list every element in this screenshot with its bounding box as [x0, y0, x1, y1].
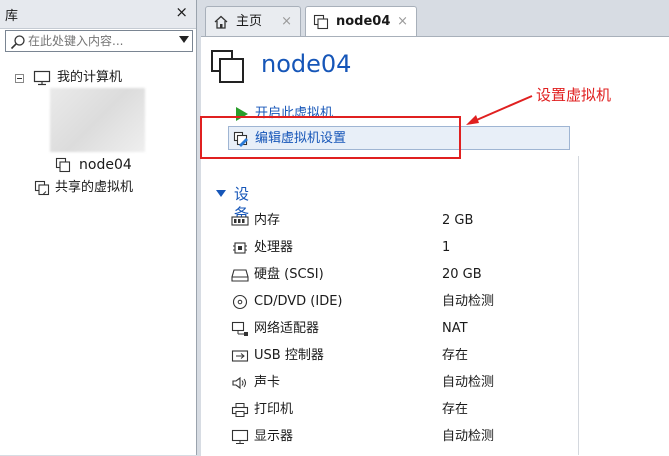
tab-home-close-button[interactable]: ×	[281, 7, 292, 37]
tab-node04-label: node04	[336, 14, 391, 29]
device-row-hard-disk[interactable]: 硬盘 (SCSI) 20 GB	[231, 262, 661, 288]
annotation-label: 设置虚拟机	[536, 86, 612, 104]
edit-settings-icon	[233, 131, 248, 147]
device-row-cd-dvd[interactable]: CD/DVD (IDE) 自动检测	[231, 289, 661, 315]
device-name: 硬盘 (SCSI)	[254, 267, 324, 282]
device-row-sound[interactable]: 声卡 自动检测	[231, 370, 661, 396]
vm-tab-icon	[313, 14, 329, 30]
tree-label-node04: node04	[79, 157, 132, 173]
shared-vm-icon	[34, 180, 50, 196]
search-dropdown-icon[interactable]	[179, 36, 189, 43]
device-value: NAT	[442, 321, 468, 336]
device-name: USB 控制器	[254, 348, 324, 363]
device-value: 2 GB	[442, 213, 474, 228]
device-name: CD/DVD (IDE)	[254, 294, 343, 309]
memory-icon	[231, 216, 249, 226]
sound-card-icon	[232, 376, 246, 390]
usb-icon	[231, 350, 249, 362]
device-row-network[interactable]: 网络适配器 NAT	[231, 316, 661, 342]
vm-large-icon	[211, 50, 244, 83]
library-header: 库 ×	[0, 0, 196, 29]
tab-home[interactable]: 主页 ×	[205, 6, 301, 36]
home-icon	[214, 15, 228, 29]
device-name: 内存	[254, 213, 281, 228]
library-title: 库	[5, 9, 19, 24]
tree-label-shared-vms: 共享的虚拟机	[55, 180, 134, 195]
content-divider	[578, 156, 579, 455]
power-on-vm-link[interactable]: 开启此虚拟机	[233, 102, 433, 126]
collapse-icon[interactable]	[15, 74, 24, 83]
tab-node04-close-button[interactable]: ×	[397, 7, 408, 37]
device-name: 网络适配器	[254, 321, 320, 336]
library-search[interactable]	[5, 30, 193, 52]
cd-dvd-icon	[232, 294, 248, 310]
tree-label-my-computer: 我的计算机	[57, 70, 123, 85]
tab-home-label: 主页	[236, 14, 263, 29]
edit-settings-label: 编辑虚拟机设置	[255, 131, 347, 146]
device-row-memory[interactable]: 内存 2 GB	[231, 208, 661, 234]
cpu-icon	[233, 242, 247, 254]
computer-icon	[33, 70, 51, 86]
device-value: 1	[442, 240, 451, 255]
vm-title: node04	[261, 50, 352, 78]
device-row-display[interactable]: 显示器 自动检测	[231, 424, 661, 450]
device-row-usb[interactable]: USB 控制器 存在	[231, 343, 661, 369]
device-name: 声卡	[254, 375, 281, 390]
device-value: 自动检测	[442, 375, 495, 390]
device-value: 存在	[442, 402, 469, 417]
edit-vm-settings-link[interactable]: 编辑虚拟机设置	[228, 126, 570, 150]
power-on-label: 开启此虚拟机	[255, 106, 334, 121]
search-icon	[10, 35, 25, 50]
collapse-triangle-icon[interactable]	[216, 190, 226, 197]
display-icon	[231, 429, 249, 444]
device-name: 打印机	[254, 402, 294, 417]
hard-disk-icon	[231, 269, 249, 282]
network-adapter-icon	[231, 321, 248, 336]
device-value: 自动检测	[442, 294, 495, 309]
tree-item-my-computer[interactable]: 我的计算机	[0, 68, 195, 88]
device-value: 自动检测	[442, 429, 495, 444]
device-row-printer[interactable]: 打印机 存在	[231, 397, 661, 423]
printer-icon	[231, 403, 249, 417]
library-panel: 库 × 我的计算机 node04	[0, 0, 197, 455]
device-name: 显示器	[254, 429, 294, 444]
library-search-input[interactable]	[28, 32, 168, 50]
vm-icon	[55, 157, 71, 173]
device-value: 存在	[442, 348, 469, 363]
device-value: 20 GB	[442, 267, 482, 282]
library-close-button[interactable]: ×	[175, 3, 188, 21]
vm-thumbnail	[50, 88, 145, 152]
play-icon	[236, 107, 248, 121]
tab-node04[interactable]: node04 ×	[305, 6, 417, 37]
device-row-cpu[interactable]: 处理器 1	[231, 235, 661, 261]
device-name: 处理器	[254, 240, 294, 255]
